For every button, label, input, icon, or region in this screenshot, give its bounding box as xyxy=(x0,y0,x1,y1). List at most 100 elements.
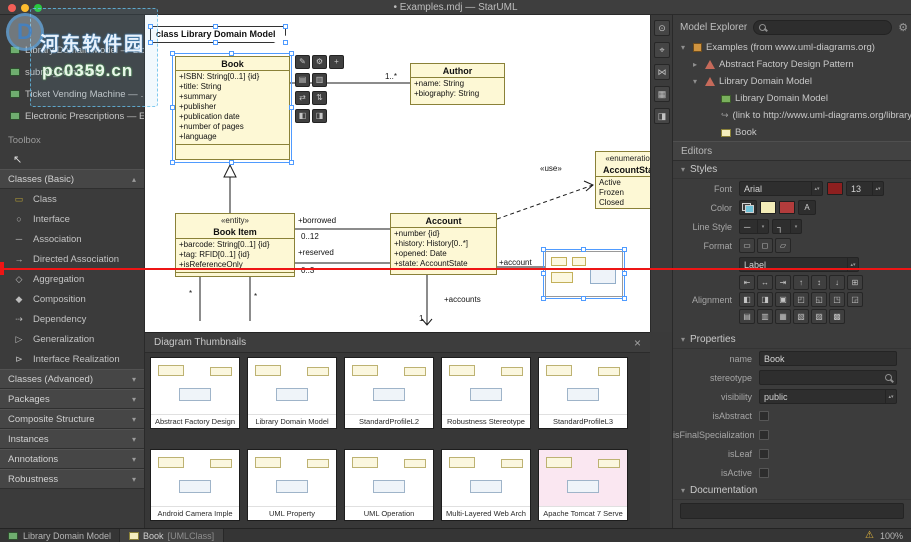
toolbox-section-instances[interactable]: Instances▾ xyxy=(0,429,144,449)
selection-handle[interactable] xyxy=(289,51,294,56)
relations-button[interactable]: ⋈ xyxy=(654,64,670,80)
class-book[interactable]: Book +ISBN: String[0..1] {id} +title: St… xyxy=(175,56,290,160)
pan-button[interactable]: ⌖ xyxy=(654,42,670,58)
thumbnail-card[interactable]: StandardProfileL2 xyxy=(344,357,434,429)
search-box[interactable] xyxy=(753,20,892,35)
selection-handle[interactable] xyxy=(170,160,175,165)
alignment-button[interactable]: ⇥ xyxy=(775,275,791,290)
working-diagram-item[interactable]: Library Domain Model — Libr… xyxy=(0,39,144,61)
tree-item-project[interactable]: ▾Examples (from www.uml-diagrams.org) xyxy=(673,39,911,56)
fill-color-swatch[interactable] xyxy=(760,201,776,214)
working-diagram-item[interactable]: Electronic Prescriptions — E… xyxy=(0,105,144,127)
thumbnail-card[interactable]: UML Operation xyxy=(344,449,434,521)
selection-handle[interactable] xyxy=(541,296,546,301)
toolbox-section-composite-structure[interactable]: Composite Structure▾ xyxy=(0,409,144,429)
stereotype-field[interactable] xyxy=(759,370,897,385)
format-button[interactable]: ▭ xyxy=(739,238,755,253)
toolbox-section-annotations[interactable]: Annotations▾ xyxy=(0,449,144,469)
selection-handle[interactable] xyxy=(229,160,234,165)
thumbnail-card[interactable]: Multi-Layered Web Arch xyxy=(441,449,531,521)
select-tool[interactable]: ↖ xyxy=(0,149,144,169)
format-button[interactable]: ▱ xyxy=(775,238,791,253)
properties-section-header[interactable]: ▾Properties xyxy=(673,331,911,349)
selection-handle[interactable] xyxy=(289,105,294,110)
thumbnail-card[interactable]: Apache Tomcat 7 Serve xyxy=(538,449,628,521)
selection-handle[interactable] xyxy=(622,271,627,276)
selection-handle[interactable] xyxy=(170,51,175,56)
stepper-icon[interactable]: ▾ xyxy=(757,220,768,233)
thumbnail-card[interactable]: Library Domain Model xyxy=(247,357,337,429)
quick-add-attribute-button[interactable]: ▤ xyxy=(295,73,310,87)
selection-handle[interactable] xyxy=(170,105,175,110)
visibility-select[interactable]: public▴▾ xyxy=(759,389,897,404)
alignment-button[interactable]: ◨ xyxy=(757,292,773,307)
selection-handle[interactable] xyxy=(148,40,153,45)
alignment-button[interactable]: ◲ xyxy=(847,292,863,307)
alignment-button[interactable]: ↕ xyxy=(811,275,827,290)
toolbox-item-association[interactable]: ─Association xyxy=(0,229,144,249)
toolbox-item-interface[interactable]: ○Interface xyxy=(0,209,144,229)
tree-item-hyperlink[interactable]: ↪(link to http://www.uml-diagrams.org/li… xyxy=(673,107,911,124)
toolbox-item-composition[interactable]: ◆Composition xyxy=(0,289,144,309)
alignment-button[interactable]: ▥ xyxy=(757,309,773,324)
line-corner-select[interactable]: ┐▾ xyxy=(772,219,802,234)
chevron-down-icon[interactable]: ▾ xyxy=(693,77,701,86)
stepper-icon[interactable]: ▾ xyxy=(790,220,801,233)
name-field[interactable]: Book xyxy=(759,351,897,366)
alignment-button[interactable]: ▤ xyxy=(739,309,755,324)
selection-handle[interactable] xyxy=(148,24,153,29)
diagram-canvas[interactable]: class Library Domain Model Book +ISBN: S… xyxy=(145,15,650,332)
close-icon[interactable]: × xyxy=(634,336,641,350)
alignment-button[interactable]: ↔ xyxy=(757,275,773,290)
selection-handle[interactable] xyxy=(541,271,546,276)
selection-handle[interactable] xyxy=(622,296,627,301)
quick-move-left-button[interactable]: ⇄ xyxy=(295,91,310,105)
chevron-right-icon[interactable]: ▸ xyxy=(693,60,701,69)
class-account[interactable]: Account +number {id} +history: History[0… xyxy=(390,213,497,275)
stepper-icon[interactable]: ▴▾ xyxy=(885,390,896,403)
quick-edit-button[interactable]: ✎ xyxy=(295,55,310,69)
alignment-button[interactable]: ◧ xyxy=(739,292,755,307)
selection-handle[interactable] xyxy=(229,51,234,56)
selection-handle[interactable] xyxy=(622,247,627,252)
selection-handle[interactable] xyxy=(541,247,546,252)
toolbox-section-classes-advanced[interactable]: Classes (Advanced)▾ xyxy=(0,369,144,389)
stepper-icon[interactable]: ▴▾ xyxy=(811,182,822,195)
edge-use-dependency[interactable] xyxy=(497,185,593,219)
selection-handle[interactable] xyxy=(283,40,288,45)
quick-move-right-button[interactable]: ⇅ xyxy=(312,91,327,105)
search-icon[interactable] xyxy=(885,374,892,381)
documentation-section-header[interactable]: ▾Documentation xyxy=(673,482,911,500)
tree-item-diagram[interactable]: Library Domain Model xyxy=(673,90,911,107)
embedded-diagram-preview[interactable] xyxy=(545,251,623,297)
selection-handle[interactable] xyxy=(283,24,288,29)
quick-compartment-button[interactable]: ◧ xyxy=(295,109,310,123)
toolbox-item-interface-realization[interactable]: ⊳Interface Realization xyxy=(0,349,144,369)
selection-handle[interactable] xyxy=(581,296,586,301)
alignment-button[interactable]: ▧ xyxy=(793,309,809,324)
class-author[interactable]: Author +name: String +biography: String xyxy=(410,63,505,105)
is-final-specialization-checkbox[interactable] xyxy=(759,430,769,440)
toolbox-item-generalization[interactable]: ▷Generalization xyxy=(0,329,144,349)
tree-item-model[interactable]: ▸Abstract Factory Design Pattern xyxy=(673,56,911,73)
grid-button[interactable]: ▦ xyxy=(654,86,670,102)
toolbox-item-dependency[interactable]: ⇢Dependency xyxy=(0,309,144,329)
stepper-icon[interactable]: ▴▾ xyxy=(872,182,883,195)
alignment-button[interactable]: ▦ xyxy=(775,309,791,324)
document-tab-book[interactable]: Book [UMLClass] xyxy=(119,529,224,542)
alignment-button[interactable]: ▩ xyxy=(829,309,845,324)
gear-icon[interactable]: ⚙ xyxy=(898,21,908,34)
tree-item-model[interactable]: ▾Library Domain Model xyxy=(673,73,911,90)
alignment-button[interactable]: ▣ xyxy=(775,292,791,307)
toolbox-item-directed-association[interactable]: →Directed Association xyxy=(0,249,144,269)
warning-icon[interactable]: ⚠ xyxy=(865,530,874,541)
font-color-button[interactable]: A xyxy=(798,200,816,215)
toolbox-section-robustness[interactable]: Robustness▾ xyxy=(0,469,144,489)
alignment-button[interactable]: ↓ xyxy=(829,275,845,290)
minimap-button[interactable]: ◨ xyxy=(654,108,670,124)
thumbnail-card[interactable]: UML Property xyxy=(247,449,337,521)
documentation-textarea[interactable] xyxy=(680,503,904,519)
font-color-swatch[interactable] xyxy=(827,182,843,195)
thumbnail-card[interactable]: Android Camera Imple xyxy=(150,449,240,521)
thumbnail-card[interactable]: StandardProfileL3 xyxy=(538,357,628,429)
